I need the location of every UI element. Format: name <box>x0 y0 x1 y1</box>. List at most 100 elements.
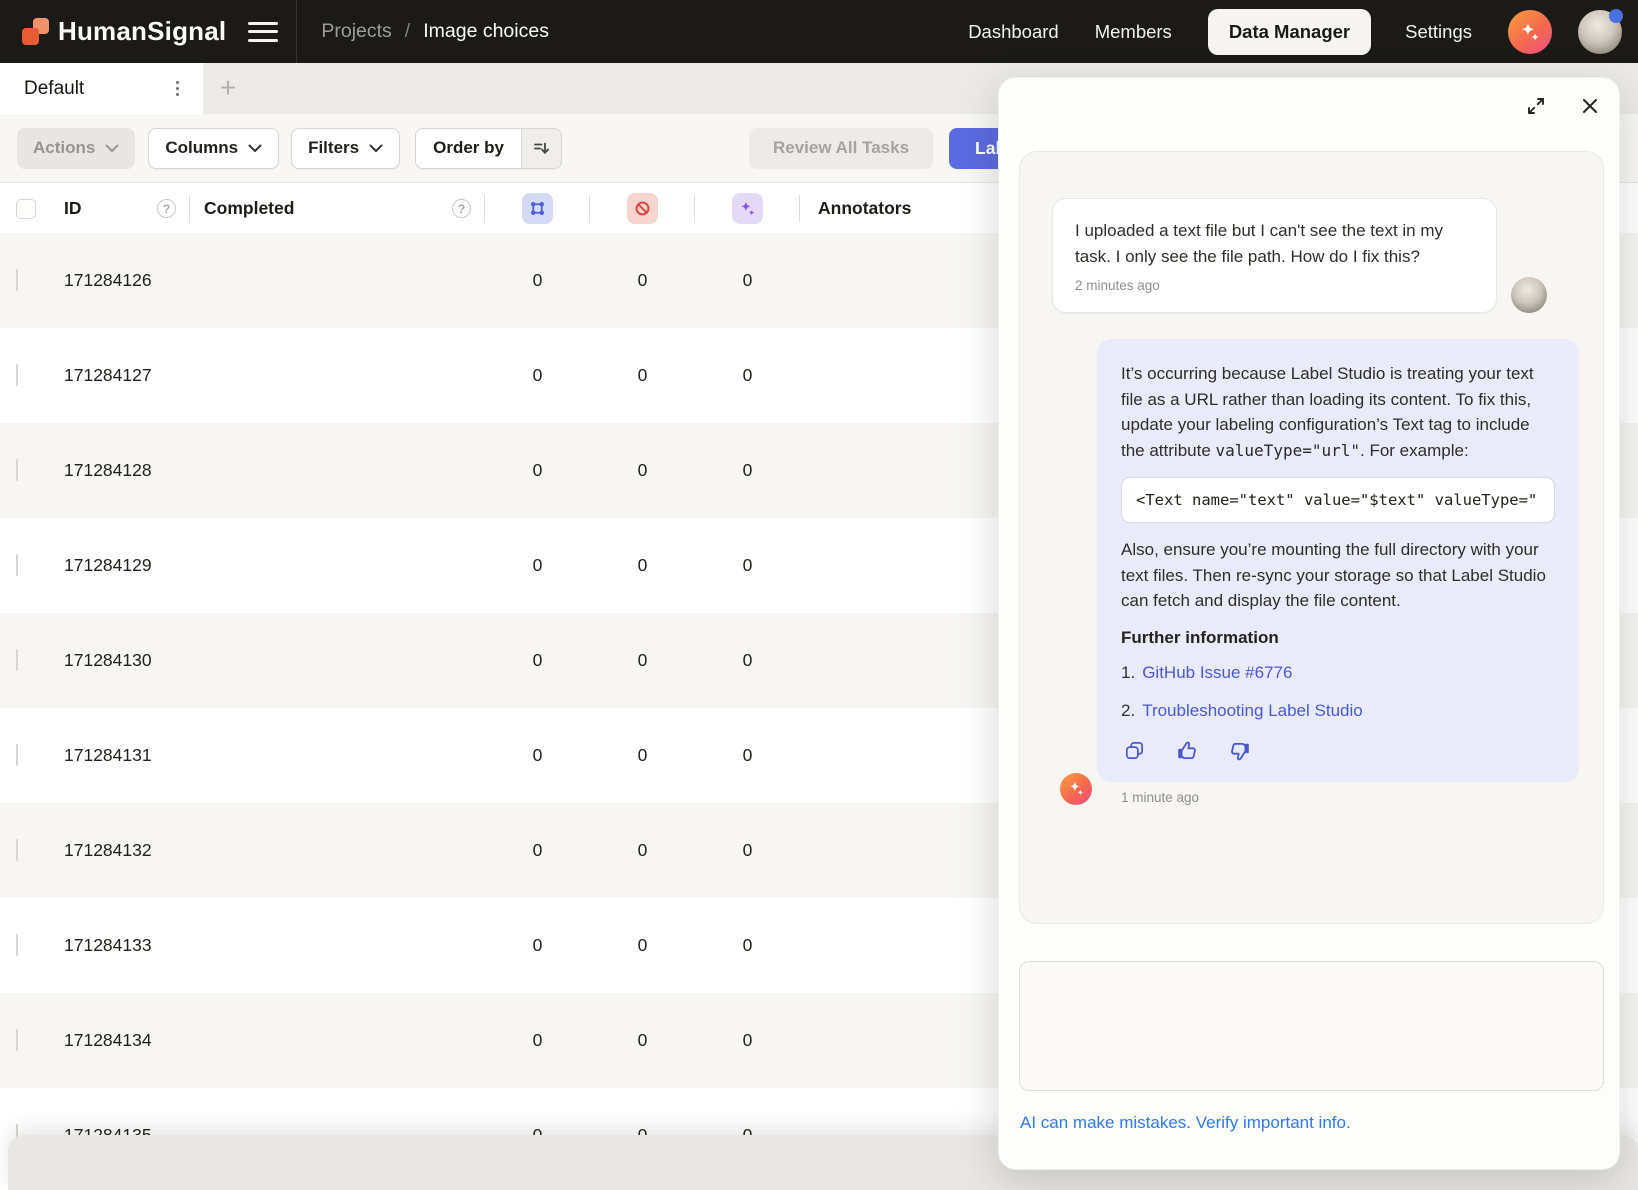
copy-button[interactable] <box>1121 738 1147 764</box>
ai-disclaimer-link[interactable]: AI can make mistakes. Verify important i… <box>1020 1113 1351 1133</box>
humansignal-logo[interactable]: HumanSignal <box>22 16 226 47</box>
columns-dropdown[interactable]: Columns <box>148 128 279 169</box>
row-checkbox[interactable] <box>16 649 18 671</box>
predictions-count: 0 <box>743 745 753 766</box>
brand-name: HumanSignal <box>58 16 226 47</box>
annotations-count: 0 <box>533 1030 543 1051</box>
assistant-message-timestamp: 1 minute ago <box>1121 790 1587 805</box>
predictions-count: 0 <box>743 460 753 481</box>
assistant-message: It’s occurring because Label Studio is t… <box>1036 339 1587 805</box>
sort-icon <box>532 139 550 157</box>
breadcrumb-projects[interactable]: Projects <box>321 20 391 43</box>
assistant-paragraph: Also, ensure you’re mounting the full di… <box>1121 537 1555 614</box>
thumbs-down-button[interactable] <box>1227 738 1253 764</box>
column-header-annotations[interactable] <box>485 184 590 233</box>
cancelled-count: 0 <box>638 365 648 386</box>
row-checkbox[interactable] <box>16 459 18 481</box>
predictions-count: 0 <box>743 1030 753 1051</box>
close-panel-button[interactable] <box>1575 91 1605 121</box>
annotations-count: 0 <box>533 460 543 481</box>
cancelled-count: 0 <box>638 460 648 481</box>
chat-message-list[interactable]: I uploaded a text file but I can't see t… <box>1019 151 1604 924</box>
help-icon[interactable]: ? <box>157 199 176 218</box>
column-header-cancelled-annotations[interactable] <box>590 184 695 233</box>
cancelled-count: 0 <box>638 555 648 576</box>
row-checkbox[interactable] <box>16 269 18 291</box>
predictions-count: 0 <box>743 365 753 386</box>
nav-item-settings[interactable]: Settings <box>1405 21 1472 43</box>
breadcrumb-separator: / <box>405 20 410 43</box>
column-header-id[interactable]: ID ? <box>56 184 190 233</box>
cancelled-count: 0 <box>638 270 648 291</box>
troubleshooting-link[interactable]: Troubleshooting Label Studio <box>1142 698 1363 724</box>
task-id: 171284129 <box>56 555 190 576</box>
breadcrumb: Projects / Image choices <box>321 20 549 43</box>
nav-item-data-manager[interactable]: Data Manager <box>1208 9 1371 55</box>
row-checkbox[interactable] <box>16 839 18 861</box>
nav-item-members[interactable]: Members <box>1095 21 1172 43</box>
sort-direction-button[interactable] <box>521 129 561 168</box>
nav-item-dashboard[interactable]: Dashboard <box>968 21 1059 43</box>
inline-code: valueType="url" <box>1216 441 1361 460</box>
reference-links-list: 1. GitHub Issue #6776 2. Troubleshooting… <box>1121 660 1555 724</box>
predictions-count: 0 <box>743 840 753 861</box>
breadcrumb-current-project: Image choices <box>423 20 549 43</box>
ai-assistant-button[interactable] <box>1508 10 1552 54</box>
thumbs-down-icon <box>1228 739 1252 763</box>
annotations-icon <box>522 193 553 224</box>
cancelled-count: 0 <box>638 1030 648 1051</box>
top-navigation: HumanSignal Projects / Image choices Das… <box>0 0 1638 63</box>
annotations-count: 0 <box>533 650 543 671</box>
chevron-down-icon <box>369 144 383 153</box>
cancelled-count: 0 <box>638 935 648 956</box>
add-view-button[interactable]: + <box>211 71 245 105</box>
annotations-count: 0 <box>533 745 543 766</box>
actions-dropdown[interactable]: Actions <box>17 128 135 169</box>
message-actions <box>1121 738 1555 764</box>
predictions-count: 0 <box>743 555 753 576</box>
github-issue-link[interactable]: GitHub Issue #6776 <box>1142 660 1292 686</box>
filters-dropdown[interactable]: Filters <box>291 128 400 169</box>
thumbs-up-button[interactable] <box>1174 738 1200 764</box>
user-message-timestamp: 2 minutes ago <box>1075 278 1474 293</box>
row-checkbox[interactable] <box>16 364 18 386</box>
assistant-paragraph: It’s occurring because Label Studio is t… <box>1121 361 1555 463</box>
select-all-checkbox[interactable] <box>16 199 36 219</box>
assistant-message-bubble: It’s occurring because Label Studio is t… <box>1097 339 1579 782</box>
code-block[interactable]: <Text name="text" value="$text" valueTyp… <box>1121 477 1555 523</box>
thumbs-up-icon <box>1175 739 1199 763</box>
expand-panel-button[interactable] <box>1521 91 1551 121</box>
tab-options-kebab-icon[interactable] <box>170 75 186 103</box>
sparkles-icon <box>1068 780 1085 797</box>
row-checkbox[interactable] <box>16 744 18 766</box>
review-all-tasks-button[interactable]: Review All Tasks <box>749 128 933 169</box>
row-checkbox[interactable] <box>16 934 18 956</box>
tab-label: Default <box>24 78 84 100</box>
column-header-predictions[interactable] <box>695 184 800 233</box>
hamburger-menu-icon[interactable] <box>248 21 278 43</box>
order-by-button[interactable]: Order by <box>416 129 521 168</box>
predictions-icon <box>732 193 763 224</box>
list-item: 1. GitHub Issue #6776 <box>1121 660 1555 686</box>
notification-dot <box>1609 9 1623 23</box>
user-message-text: I uploaded a text file but I can't see t… <box>1075 218 1474 270</box>
help-icon[interactable]: ? <box>452 199 471 218</box>
ai-assistant-panel: I uploaded a text file but I can't see t… <box>998 77 1620 1170</box>
tab-default[interactable]: Default <box>0 63 203 114</box>
cancelled-annotations-icon <box>627 193 658 224</box>
task-id: 171284130 <box>56 650 190 671</box>
task-id: 171284132 <box>56 840 190 861</box>
task-id: 171284127 <box>56 365 190 386</box>
predictions-count: 0 <box>743 270 753 291</box>
chat-message-input[interactable] <box>1019 961 1604 1091</box>
user-avatar[interactable] <box>1578 10 1622 54</box>
cancelled-count: 0 <box>638 745 648 766</box>
cancelled-count: 0 <box>638 650 648 671</box>
app-window: HumanSignal Projects / Image choices Das… <box>0 0 1638 1190</box>
order-by-control: Order by <box>415 128 562 169</box>
column-header-completed[interactable]: Completed ? <box>190 184 485 233</box>
assistant-avatar <box>1060 773 1092 805</box>
predictions-count: 0 <box>743 650 753 671</box>
row-checkbox[interactable] <box>16 554 18 576</box>
row-checkbox[interactable] <box>16 1029 18 1051</box>
